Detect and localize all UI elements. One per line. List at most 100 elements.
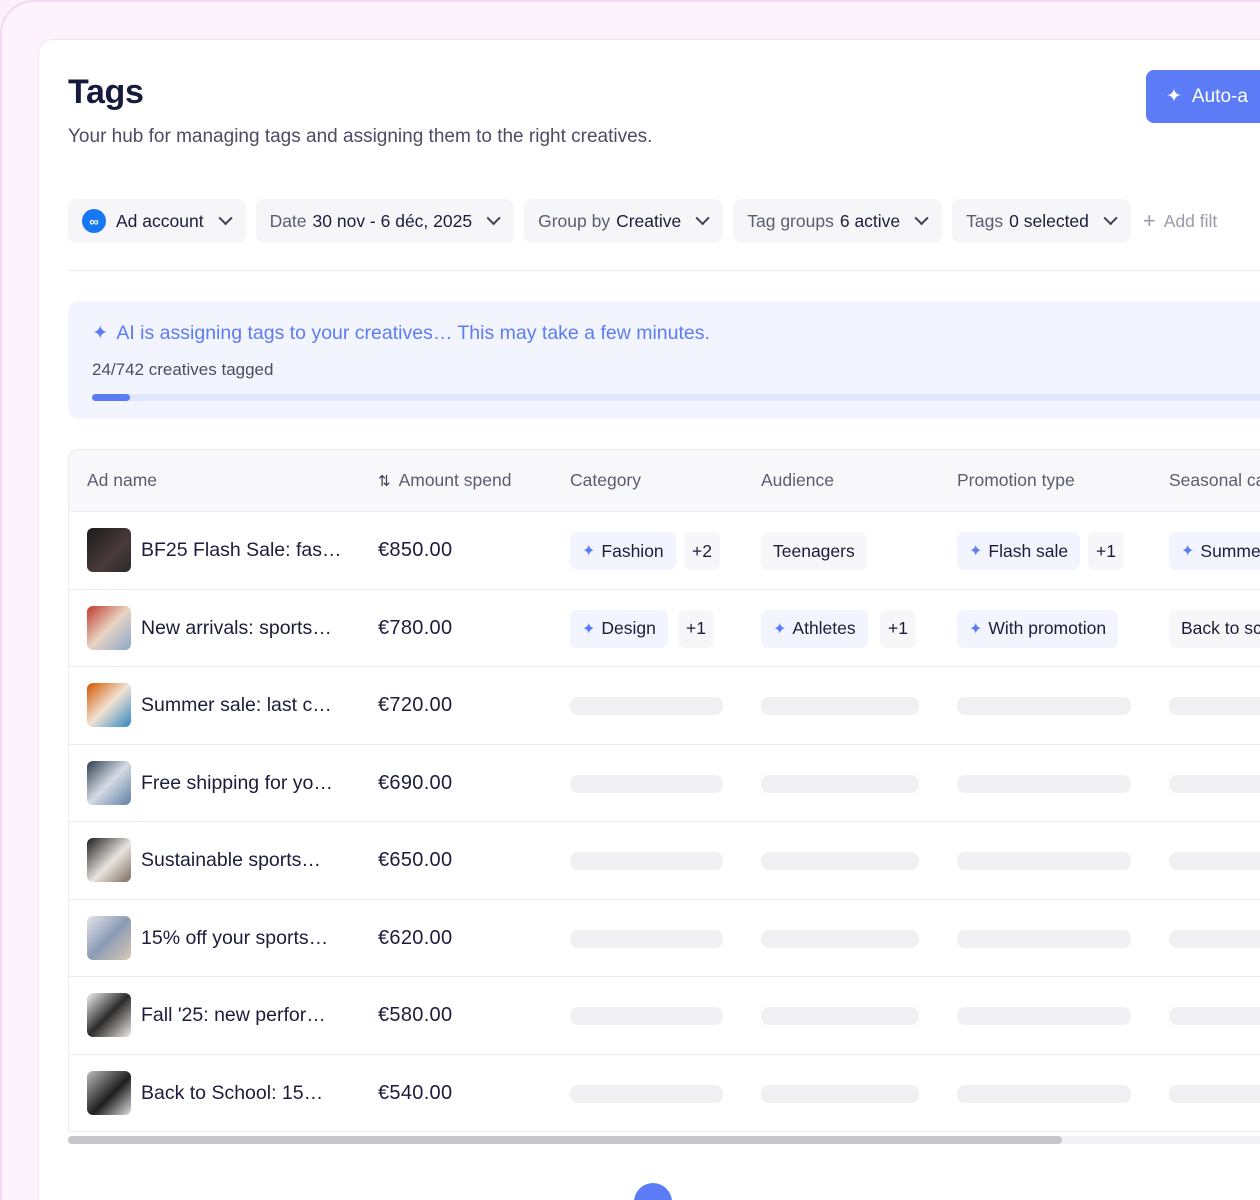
ad-name: Back to School: 15…	[141, 1081, 324, 1104]
table-row[interactable]: 15% off your sports… €620.00	[69, 900, 1260, 977]
loading-placeholder	[957, 774, 1131, 793]
chevron-down-icon	[218, 211, 233, 226]
loading-placeholder	[1169, 697, 1260, 715]
ad-amount: €850.00	[378, 539, 453, 561]
loading-placeholder	[1169, 1007, 1260, 1025]
loading-placeholder	[761, 697, 919, 715]
column-header-category[interactable]: Category	[570, 470, 641, 491]
tag-promotion[interactable]: ✦ Flash sale	[957, 532, 1081, 570]
loading-placeholder	[1169, 929, 1260, 948]
ad-thumbnail	[87, 683, 131, 727]
ai-progress-fill	[92, 394, 131, 401]
tag-groups-filter[interactable]: Tag groups 6 active	[733, 199, 943, 243]
ad-amount: €650.00	[378, 849, 453, 871]
loading-placeholder	[570, 1007, 723, 1025]
ad-thumbnail	[87, 605, 131, 650]
tag-label: Fashion	[601, 540, 664, 561]
tag-label: Flash sale	[988, 540, 1069, 561]
ai-status-text: AI is assigning tags to your creatives… …	[116, 321, 710, 344]
sparkle-icon: ✦	[969, 620, 983, 638]
tag-category[interactable]: ✦ Fashion	[570, 532, 676, 570]
ai-status-count: 24/742 creatives tagged	[92, 360, 274, 379]
tag-audience[interactable]: ✦ Athletes	[761, 609, 868, 648]
loading-placeholder	[957, 852, 1131, 870]
plus-icon: +	[1142, 208, 1156, 233]
table-row[interactable]: Summer sale: last c… €720.00	[69, 667, 1260, 745]
ad-amount: €720.00	[378, 694, 453, 716]
sparkle-icon: ✦	[582, 543, 596, 560]
ad-amount: €690.00	[378, 771, 453, 794]
tag-label: Teenagers	[773, 540, 855, 561]
column-header-promotion-type[interactable]: Promotion type	[957, 470, 1075, 491]
ad-thumbnail	[87, 528, 131, 572]
loading-placeholder	[957, 929, 1131, 948]
loading-placeholder	[957, 1007, 1131, 1025]
tag-label: Athletes	[792, 618, 856, 638]
sparkle-icon: ✦	[582, 620, 596, 638]
tag-promotion[interactable]: ✦ With promotion	[957, 609, 1119, 648]
table-row[interactable]: New arrivals: sports… €780.00 ✦ Design +1…	[69, 590, 1260, 667]
tag-groups-label: Tag groups	[747, 210, 834, 231]
ad-name: New arrivals: sports…	[141, 616, 332, 639]
group-by-filter[interactable]: Group by Creative	[524, 199, 724, 243]
tag-category[interactable]: ✦ Design	[570, 609, 668, 648]
tag-seasonal[interactable]: ✦ Summe	[1169, 532, 1260, 570]
column-header-seasonal[interactable]: Seasonal ca	[1169, 470, 1260, 491]
loading-placeholder	[570, 929, 723, 948]
column-header-ad-name[interactable]: Ad name	[87, 470, 157, 491]
date-label: Date	[269, 210, 307, 231]
add-filter-button[interactable]: + Add filt	[1141, 199, 1217, 243]
ad-thumbnail	[87, 993, 131, 1037]
tag-label: With promotion	[988, 618, 1107, 638]
sparkle-icon: ✦	[969, 543, 983, 560]
pagination-current-page[interactable]	[634, 1183, 672, 1200]
tag-more-count[interactable]: +1	[678, 609, 714, 648]
tags-filter[interactable]: Tags 0 selected	[952, 199, 1131, 243]
table-row[interactable]: Sustainable sports… €650.00	[69, 822, 1260, 900]
loading-placeholder	[1169, 774, 1260, 793]
column-header-amount-spend[interactable]: ⇅ Amount spend	[378, 470, 511, 491]
group-by-label: Group by	[538, 210, 611, 231]
loading-placeholder	[570, 774, 723, 793]
ad-thumbnail	[87, 1070, 131, 1115]
group-by-value: Creative	[616, 210, 682, 231]
loading-placeholder	[957, 1084, 1131, 1103]
tag-label: Design	[601, 618, 656, 638]
ad-account-label: Ad account	[116, 210, 204, 231]
ad-thumbnail	[87, 838, 131, 882]
tag-more-count[interactable]: +2	[684, 532, 720, 570]
chevron-down-icon	[1103, 211, 1118, 226]
column-header-audience[interactable]: Audience	[761, 470, 834, 491]
amount-spend-label: Amount spend	[398, 470, 512, 490]
table-row[interactable]: Back to School: 15… €540.00	[69, 1055, 1260, 1132]
date-filter[interactable]: Date 30 nov - 6 déc, 2025	[255, 199, 515, 243]
tag-more-count[interactable]: +1	[1088, 532, 1124, 570]
tag-label: Summe	[1200, 540, 1260, 561]
table-header: Ad name ⇅ Amount spend Category Audience …	[69, 450, 1260, 512]
tags-value: 0 selected	[1009, 210, 1089, 231]
loading-placeholder	[761, 852, 919, 870]
scrollbar-thumb[interactable]	[68, 1136, 1062, 1144]
loading-placeholder	[1169, 852, 1260, 870]
table-row[interactable]: Fall '25: new perfor… €580.00	[69, 977, 1260, 1055]
add-filter-label: Add filt	[1163, 210, 1218, 231]
ad-amount: €580.00	[378, 1004, 453, 1026]
main-panel: Tags Your hub for managing tags and assi…	[39, 40, 1260, 1200]
table-row[interactable]: Free shipping for yo… €690.00	[69, 745, 1260, 822]
ad-account-filter[interactable]: ∞ Ad account	[68, 199, 246, 243]
tags-table: Ad name ⇅ Amount spend Category Audience …	[68, 449, 1260, 1132]
tag-seasonal[interactable]: Back to sc	[1169, 609, 1260, 648]
horizontal-scrollbar[interactable]	[68, 1136, 1260, 1144]
tag-groups-value: 6 active	[839, 210, 901, 231]
sparkle-icon: ✦	[1181, 543, 1195, 560]
ad-name: Summer sale: last c…	[141, 694, 332, 716]
auto-assign-button[interactable]: ✦ Auto-a	[1146, 70, 1260, 123]
tag-more-count[interactable]: +1	[880, 609, 916, 648]
table-row[interactable]: BF25 Flash Sale: fas… €850.00 ✦ Fashion +…	[69, 512, 1260, 590]
filter-bar: ∞ Ad account Date 30 nov - 6 déc, 2025 G…	[68, 199, 1217, 243]
sparkle-icon: ✦	[92, 322, 109, 344]
ad-name: Sustainable sports…	[141, 849, 321, 871]
loading-placeholder	[761, 1084, 919, 1103]
tag-label: Back to sc	[1181, 618, 1260, 638]
tag-audience[interactable]: Teenagers	[761, 532, 867, 570]
